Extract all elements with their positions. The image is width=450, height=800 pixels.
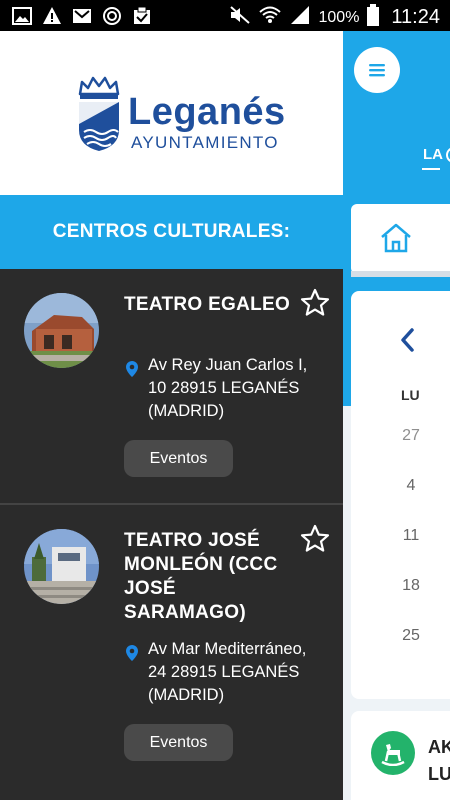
events-button[interactable]: Eventos xyxy=(124,440,233,477)
venue-name: TEATRO EGALEO xyxy=(124,294,291,315)
calendar-day[interactable]: 11 xyxy=(391,527,431,545)
venue-item[interactable]: TEATRO JOSÉ MONLEÓN (CCC JOSÉ SARAMAGO) … xyxy=(0,505,343,800)
venue-photo xyxy=(24,529,99,604)
favorite-button[interactable] xyxy=(299,523,331,560)
home-card-divider xyxy=(351,271,450,277)
venue-item[interactable]: TEATRO EGALEO Av Rey Juan Carlos I, 10 2… xyxy=(0,269,343,505)
favorite-button[interactable] xyxy=(299,287,331,324)
calendar-prev-button[interactable] xyxy=(399,327,415,358)
rocking-horse-icon xyxy=(371,731,415,775)
background-app: LA LU 27 4 11 18 25 AK LU xyxy=(343,31,450,800)
image-icon xyxy=(12,6,32,26)
warning-icon xyxy=(42,6,62,26)
navigation-drawer: Leganés AYUNTAMIENTO CENTROS CULTURALES:… xyxy=(0,31,343,800)
home-card[interactable] xyxy=(351,204,450,274)
battery-icon xyxy=(367,4,380,31)
hamburger-menu-button[interactable] xyxy=(354,47,400,93)
venue-name: TEATRO JOSÉ MONLEÓN (CCC JOSÉ SARAMAGO) xyxy=(124,530,278,623)
wifi-icon xyxy=(258,5,281,30)
leganes-coat-of-arms-icon xyxy=(78,76,120,151)
location-pin-icon xyxy=(126,645,138,666)
signal-icon xyxy=(289,5,311,30)
event-title-line: LU xyxy=(428,764,450,784)
sync-icon xyxy=(102,6,122,26)
star-outline-icon xyxy=(300,288,330,316)
calendar-day[interactable]: 25 xyxy=(391,627,431,645)
gmail-icon xyxy=(72,6,92,26)
tab-label[interactable]: LA xyxy=(423,146,443,163)
event-title-line: AK xyxy=(428,737,450,757)
logo-name: Leganés xyxy=(128,91,286,133)
status-bar: 100% 11:24 xyxy=(0,0,450,31)
star-outline-icon xyxy=(300,524,330,552)
venue-photo xyxy=(24,293,99,368)
weekday-header: LU xyxy=(401,387,420,403)
clock: 11:24 xyxy=(391,6,440,28)
location-pin-icon xyxy=(126,361,138,382)
mute-icon xyxy=(229,5,251,30)
calendar-day[interactable]: 18 xyxy=(391,577,431,595)
calendar-day[interactable]: 27 xyxy=(391,427,431,445)
tab-underline xyxy=(422,168,440,170)
hamburger-menu-icon xyxy=(369,64,385,77)
calendar-day[interactable]: 4 xyxy=(391,477,431,495)
battery-percent: 100% xyxy=(318,8,360,26)
events-button[interactable]: Eventos xyxy=(124,724,233,761)
venue-address: Av Rey Juan Carlos I, 10 28915 LEGANÉS (… xyxy=(148,356,308,420)
home-icon xyxy=(381,223,411,253)
event-title: AK LU xyxy=(428,734,450,788)
chevron-left-icon xyxy=(401,328,414,352)
logo-subtitle: AYUNTAMIENTO xyxy=(131,133,279,152)
section-title: CENTROS CULTURALES: xyxy=(0,195,343,269)
venue-address: Av Mar Mediterráneo, 24 28915 LEGANÉS (M… xyxy=(148,640,307,704)
logo-header: Leganés AYUNTAMIENTO xyxy=(0,31,343,195)
clipboard-check-icon xyxy=(132,6,152,26)
